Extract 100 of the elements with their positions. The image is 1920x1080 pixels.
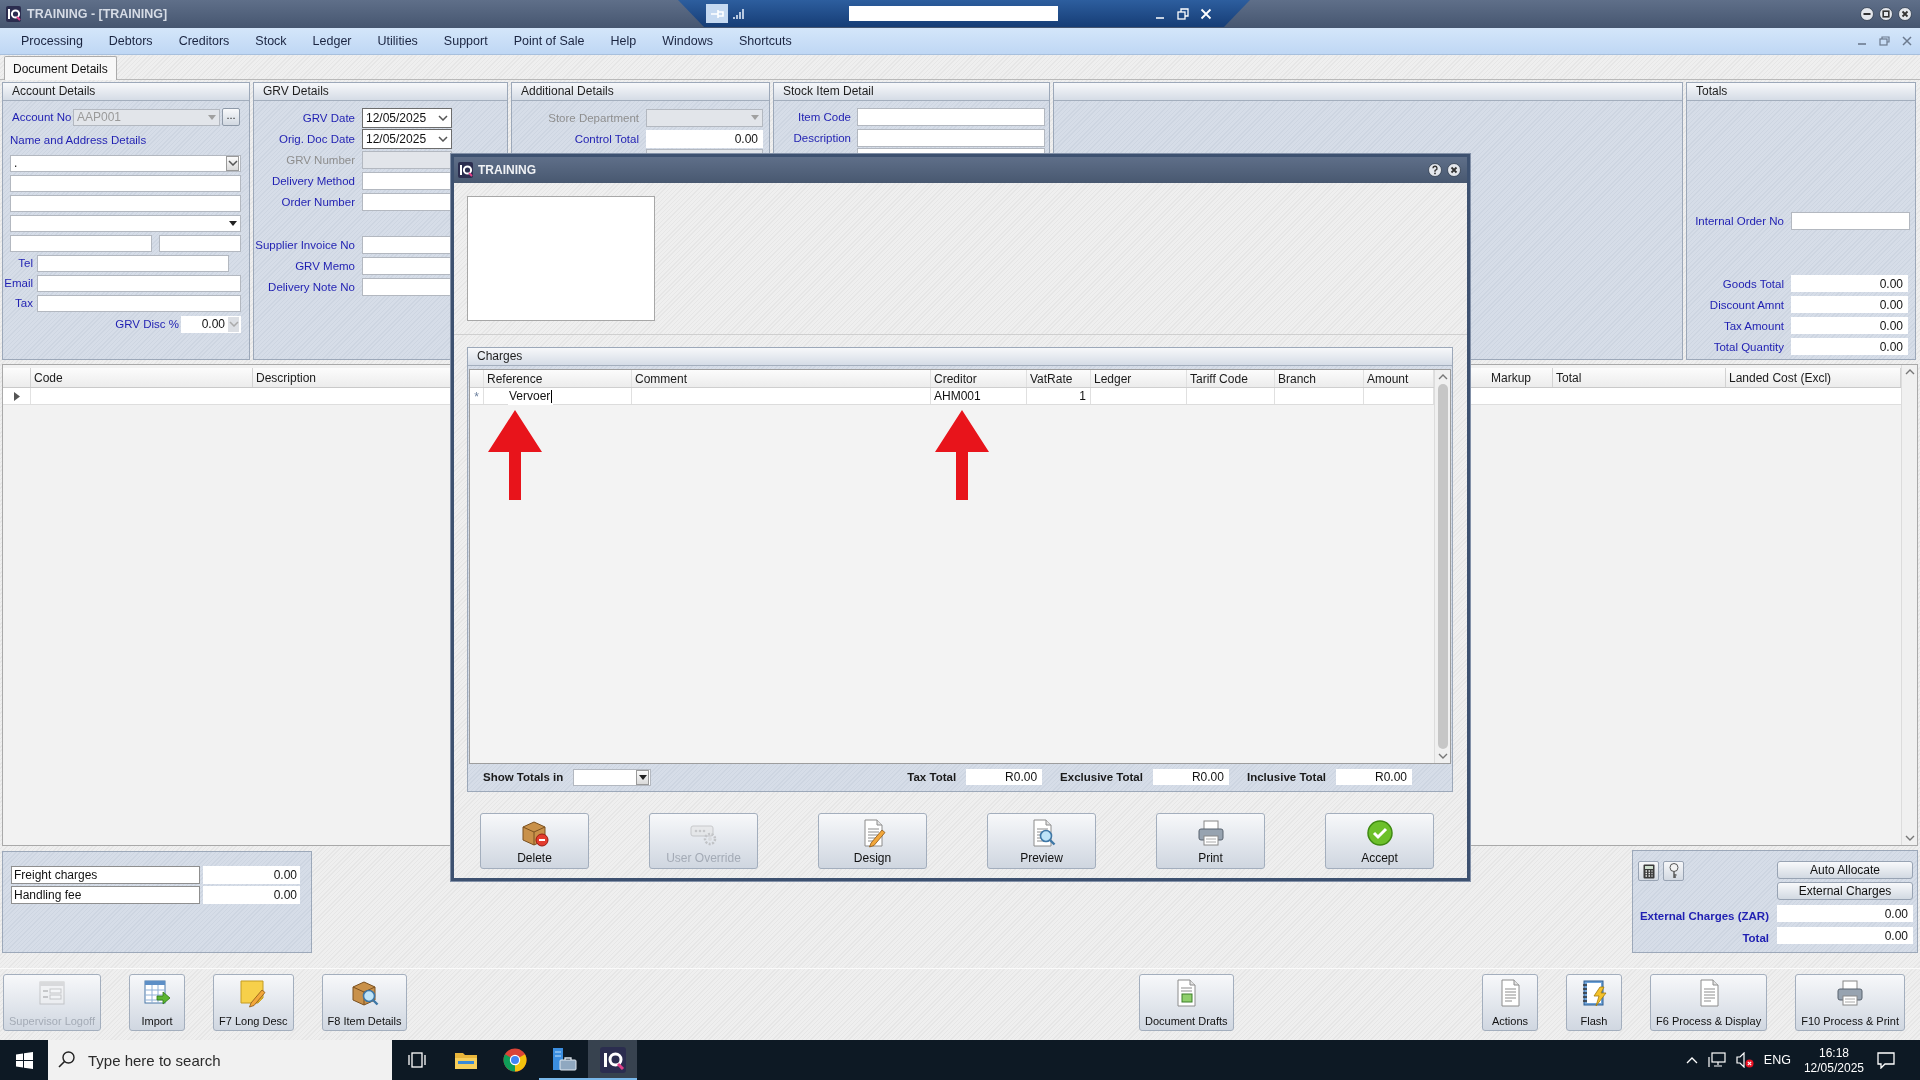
- number-field[interactable]: 0.00: [1777, 905, 1913, 922]
- text-field[interactable]: [1791, 211, 1910, 230]
- toolbar-button[interactable]: Document Drafts: [1139, 974, 1234, 1031]
- date-field[interactable]: 12/05/2025: [362, 107, 452, 128]
- tool-button[interactable]: [1663, 861, 1684, 881]
- dropdown-button[interactable]: [636, 769, 650, 785]
- action-button[interactable]: External Charges: [1777, 882, 1913, 900]
- printer-icon: [1195, 818, 1226, 848]
- action-button[interactable]: Auto Allocate: [1777, 861, 1913, 879]
- combo-box[interactable]: [10, 214, 241, 232]
- text-field[interactable]: [159, 234, 241, 252]
- menu-item[interactable]: Shortcuts: [725, 34, 805, 48]
- dropdown-button[interactable]: [226, 155, 239, 171]
- menu-item[interactable]: Point of Sale: [500, 34, 598, 48]
- field-label: Delivery Method: [271, 174, 355, 187]
- scrollbar[interactable]: [1434, 370, 1450, 763]
- scrollbar-thumb[interactable]: [1437, 384, 1448, 749]
- text-field[interactable]: [10, 174, 241, 192]
- dialog-button[interactable]: Delete: [480, 813, 589, 869]
- table-cell: 0.00: [203, 866, 300, 884]
- text-field[interactable]: [37, 274, 241, 292]
- number-field[interactable]: 0.00: [646, 129, 763, 148]
- scrollbar[interactable]: [1901, 365, 1917, 845]
- text-field[interactable]: [10, 194, 241, 212]
- key-icon: [1668, 863, 1679, 879]
- close-icon[interactable]: [1447, 163, 1461, 177]
- panel-header: Account Details: [3, 83, 249, 101]
- menu-item[interactable]: Debtors: [95, 34, 166, 48]
- chevron-up-icon[interactable]: [1904, 369, 1915, 375]
- menu-item[interactable]: Utilities: [364, 34, 431, 48]
- number-field: R0.00: [966, 769, 1043, 785]
- toolbar-button[interactable]: F8 Item Details: [321, 974, 408, 1031]
- restore-icon[interactable]: [1177, 7, 1189, 20]
- chevron-down-icon[interactable]: [1904, 835, 1915, 841]
- date-field[interactable]: 12/05/2025: [362, 128, 452, 149]
- text-field[interactable]: [37, 294, 241, 312]
- toolbar-button[interactable]: Actions: [1482, 974, 1538, 1031]
- toolbar-button[interactable]: Flash: [1566, 974, 1622, 1031]
- number-field: 0.00: [1791, 338, 1908, 355]
- dialog-button[interactable]: Accept: [1325, 813, 1434, 869]
- maximize-icon[interactable]: [1879, 7, 1893, 21]
- note-pencil-icon: [238, 978, 269, 1008]
- table-row[interactable]: * Vervoer AHM001 1: [470, 388, 1434, 405]
- toolbar-button[interactable]: Import: [129, 974, 186, 1031]
- menu-item[interactable]: Processing: [8, 34, 96, 48]
- text-field[interactable]: [857, 128, 1045, 147]
- field-label: Control Total: [574, 132, 639, 145]
- chevron-down-icon: [228, 321, 239, 327]
- number-field[interactable]: 0.00: [1777, 927, 1913, 944]
- dialog-button[interactable]: Print: [1156, 813, 1265, 869]
- text-field[interactable]: [362, 277, 452, 296]
- chevron-down-icon[interactable]: [1437, 753, 1448, 759]
- field-label: Goods Total: [1722, 277, 1784, 290]
- dialog-button[interactable]: Preview: [987, 813, 1096, 869]
- text-field[interactable]: [362, 171, 452, 190]
- text-field[interactable]: [857, 107, 1045, 126]
- dialog-button[interactable]: Design: [818, 813, 927, 869]
- signal-icon: [733, 7, 745, 20]
- caret-down-icon: [638, 774, 647, 780]
- combo-box[interactable]: .: [10, 154, 241, 172]
- column-header: VatRate: [1027, 370, 1091, 387]
- text-field[interactable]: [37, 254, 229, 272]
- field-label: Delivery Note No: [268, 280, 355, 293]
- field-label: Orig. Doc Date: [278, 132, 355, 145]
- column-header: Markup: [1488, 368, 1553, 387]
- panel-header: GRV Details: [254, 83, 507, 101]
- menu-item[interactable]: Creditors: [165, 34, 243, 48]
- help-icon[interactable]: [1428, 163, 1442, 177]
- menu-item[interactable]: Ledger: [299, 34, 365, 48]
- number-field[interactable]: 0.00: [181, 315, 241, 333]
- field-label: Description: [793, 131, 851, 144]
- menu-item[interactable]: Help: [597, 34, 650, 48]
- clock-button[interactable]: 16:18 12/05/2025: [1795, 1040, 1872, 1080]
- panel-header: Additional Details: [512, 83, 769, 101]
- text-field[interactable]: [362, 192, 452, 211]
- text-field[interactable]: [362, 235, 452, 254]
- menu-item[interactable]: Windows: [649, 34, 726, 48]
- column-header: Reference: [484, 370, 632, 387]
- text-field[interactable]: [10, 234, 152, 252]
- toolbar-button[interactable]: F10 Process & Print: [1795, 974, 1905, 1031]
- close-icon[interactable]: [1898, 7, 1912, 21]
- text-field[interactable]: [362, 256, 452, 275]
- field-label: Store Department: [548, 111, 639, 124]
- toolbar-button[interactable]: F6 Process & Display: [1650, 974, 1768, 1031]
- caret-down-icon: [229, 220, 237, 226]
- notification-icon: [1877, 1051, 1895, 1069]
- tab[interactable]: Document Details: [4, 56, 117, 80]
- chevron-up-icon[interactable]: [1437, 374, 1448, 380]
- tool-button[interactable]: [1638, 861, 1659, 881]
- field-label: Discount Amnt: [1709, 298, 1784, 311]
- toolbar-button[interactable]: F7 Long Desc: [213, 974, 294, 1031]
- app-logo-icon: [6, 6, 21, 22]
- taskbar-button[interactable]: [588, 1040, 637, 1080]
- language-indicator[interactable]: ENG: [1758, 1040, 1796, 1080]
- table-arrow-icon: [142, 978, 173, 1008]
- menu-item[interactable]: Stock: [242, 34, 300, 48]
- menu-item[interactable]: Support: [430, 34, 501, 48]
- dialog-title: TRAINING: [478, 163, 536, 177]
- search-field[interactable]: Type here to search: [48, 1040, 392, 1080]
- minimize-icon[interactable]: [1860, 7, 1874, 21]
